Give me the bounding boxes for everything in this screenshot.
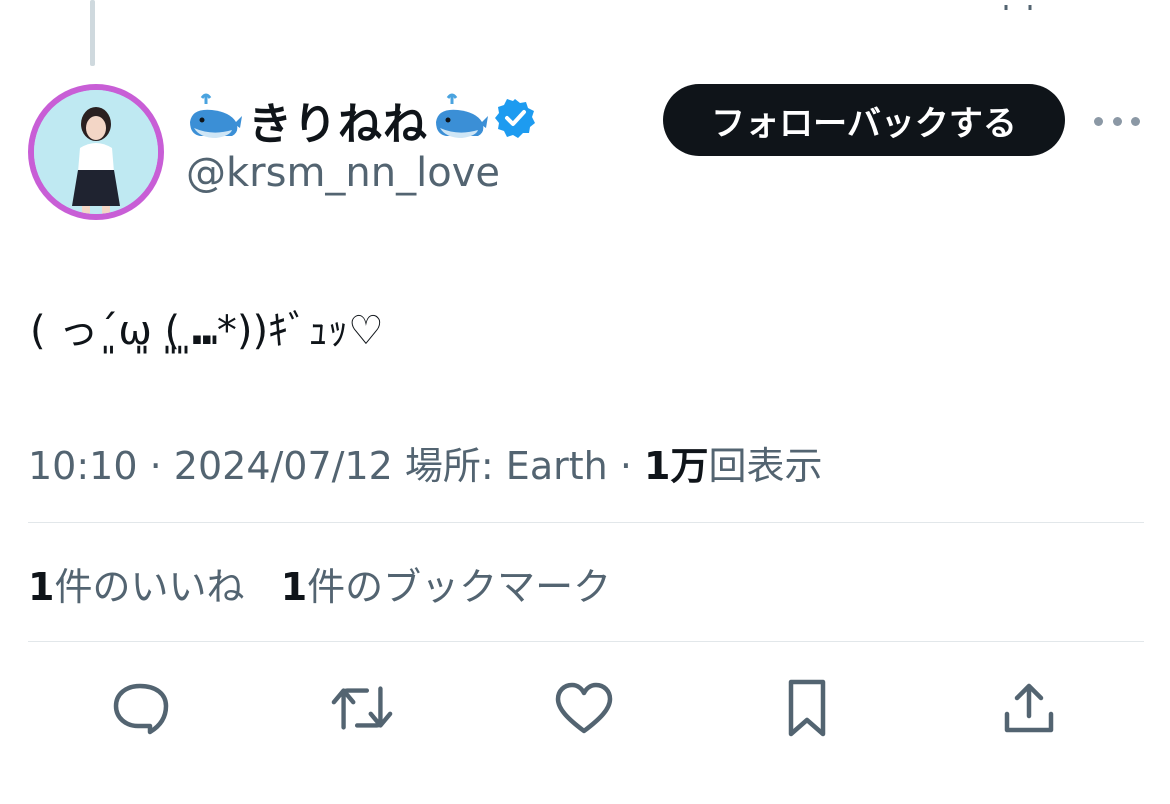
tweet-metadata: 10:10 · 2024/07/12 場所: Earth · 1万回表示 (28, 435, 822, 490)
separator: · (619, 444, 632, 488)
whale-emoji-icon (186, 92, 244, 148)
author-handle[interactable]: @krsm_nn_love (186, 150, 500, 196)
more-dot (1094, 116, 1103, 126)
tweet-date[interactable]: 2024/07/12 (174, 444, 393, 488)
bookmarks-count: 1 (280, 565, 308, 609)
bookmark-icon[interactable] (775, 676, 839, 740)
separator: · (149, 444, 162, 488)
bookmarks-stat[interactable]: 1件のブックマーク (281, 565, 611, 609)
divider (28, 522, 1144, 523)
previous-tweet-bookmark-icon[interactable] (1000, 0, 1036, 10)
tweet-text: ( っ´͈ω͈ (͈ ͈⑉*))ｷﾞｭｯ♡ (30, 308, 384, 354)
retweet-icon[interactable] (330, 676, 394, 740)
more-icon[interactable] (1094, 104, 1140, 138)
bookmarks-label: 件のブックマーク (307, 565, 612, 609)
views-count: 1万 (644, 444, 709, 488)
whale-emoji-icon (432, 92, 490, 148)
reply-icon[interactable] (108, 676, 172, 740)
likes-stat[interactable]: 1件のいいね (28, 565, 244, 609)
author-name-row[interactable]: きりねね (186, 90, 536, 150)
likes-count: 1 (28, 565, 55, 609)
views-label: 回表示 (708, 444, 823, 488)
verified-badge-icon[interactable] (494, 97, 536, 143)
follow-back-button[interactable]: フォローバックする (663, 84, 1065, 156)
share-icon[interactable] (997, 676, 1061, 740)
more-dot (1131, 116, 1140, 126)
likes-label: 件のいいね (54, 565, 245, 609)
tweet-stats: 1件のいいね 1件のブックマーク (28, 556, 611, 611)
avatar-image (34, 90, 158, 214)
like-icon[interactable] (552, 676, 616, 740)
divider (28, 641, 1144, 642)
avatar[interactable] (28, 84, 164, 220)
more-dot (1112, 116, 1122, 126)
thread-connector-line (90, 0, 95, 66)
author-display-name: きりねね (248, 99, 428, 150)
tweet-time[interactable]: 10:10 (28, 444, 138, 488)
tweet-location[interactable]: 場所: Earth (405, 444, 608, 488)
